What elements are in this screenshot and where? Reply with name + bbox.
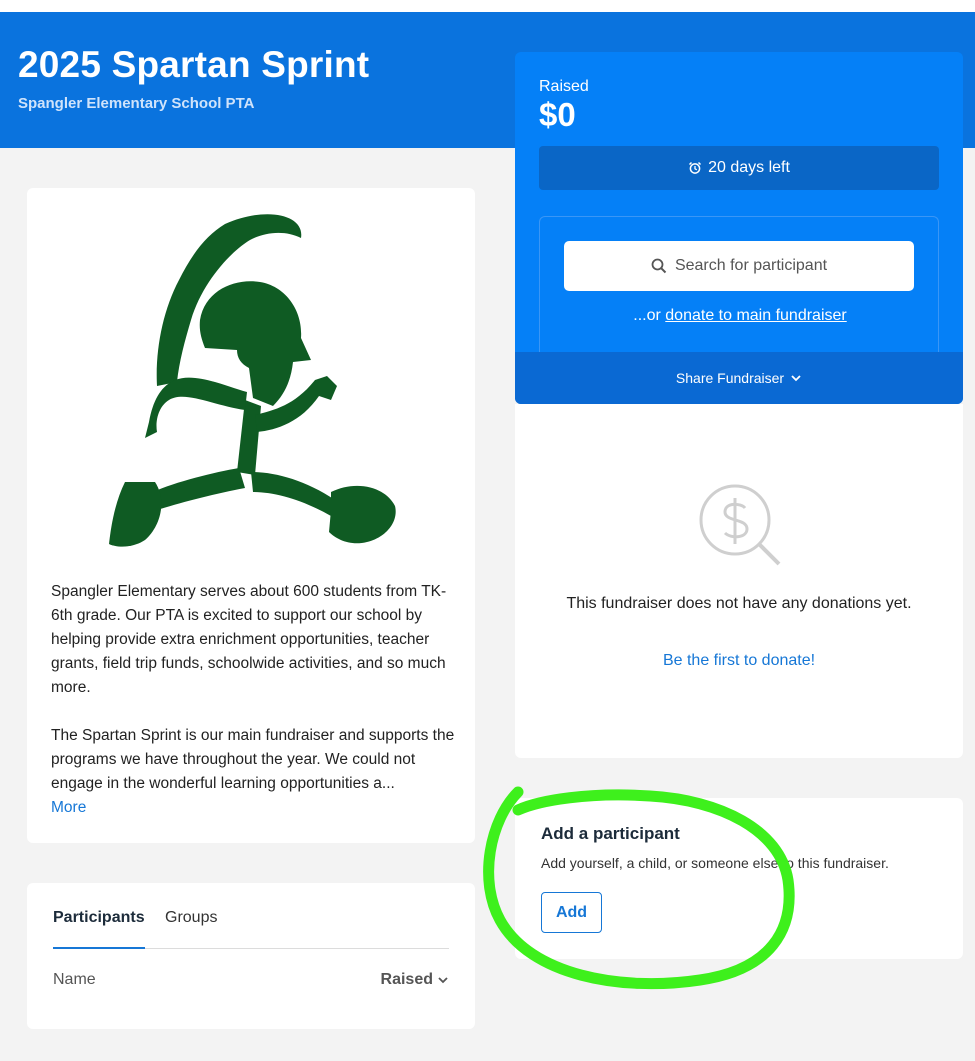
column-header-name[interactable]: Name [53,971,96,989]
more-link[interactable]: More [51,796,86,820]
search-participant-button[interactable]: Search for participant [564,241,914,291]
tab-participants[interactable]: Participants [53,909,145,949]
tab-groups[interactable]: Groups [165,909,217,937]
share-label: Share Fundraiser [675,370,785,386]
raised-amount: $0 [539,96,576,133]
donate-main-link[interactable]: donate to main fundraiser [665,307,846,324]
search-icon [651,258,667,274]
days-left-bar: 20 days left [539,146,939,190]
raised-label: Raised [539,78,589,95]
story-description: Spangler Elementary serves about 600 stu… [51,580,461,820]
days-left-text: 20 days left [708,159,790,176]
organization-name: Spangler Elementary School PTA [18,95,255,112]
share-fundraiser-button[interactable]: Share Fundraiser [515,352,963,404]
dollar-magnifier-icon [695,480,785,570]
add-participant-card: Add a participant Add yourself, a child,… [515,798,963,959]
donate-card: Raised $0 20 days left Search for partic… [515,52,963,404]
column-header-raised[interactable]: Raised [381,971,449,989]
donations-card: This fundraiser does not have any donati… [515,404,963,758]
story-paragraph: The Spartan Sprint is our main fundraise… [51,727,455,792]
story-paragraph: Spangler Elementary serves about 600 stu… [51,583,447,696]
spartan-runner-logo [105,210,401,560]
or-donate-line: ...or donate to main fundraiser [540,307,940,325]
chevron-down-icon [437,974,449,986]
participants-tabs: Participants Groups [53,909,449,949]
column-header-raised-label: Raised [380,971,433,988]
top-strip [0,0,975,12]
alarm-clock-icon [688,161,702,175]
add-participant-title: Add a participant [541,824,680,843]
add-participant-button[interactable]: Add [541,892,602,933]
page-title: 2025 Spartan Sprint [18,44,370,85]
story-card: Spangler Elementary serves about 600 stu… [27,188,475,843]
search-panel: Search for participant ...or donate to m… [539,216,939,356]
or-prefix: ...or [633,307,666,324]
first-donate-link[interactable]: Be the first to donate! [559,652,919,670]
no-donations-text: This fundraiser does not have any donati… [566,595,912,612]
chevron-down-icon [790,372,802,384]
add-participant-description: Add yourself, a child, or someone else t… [541,855,889,871]
search-placeholder: Search for participant [674,257,828,274]
participants-card: Participants Groups Name Raised [27,883,475,1029]
